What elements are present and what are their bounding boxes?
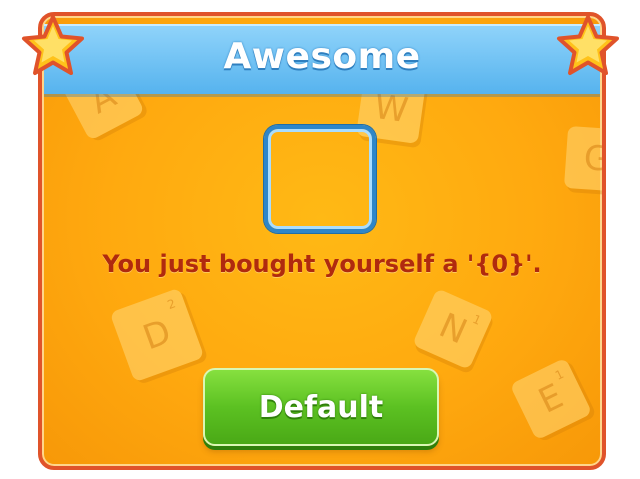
tile-letter: N <box>433 305 473 353</box>
stage: A W D 2 N 1 E 1 G Awesome You just bough… <box>0 0 640 479</box>
tile-points: 1 <box>470 312 484 328</box>
tile-letter: G <box>582 138 606 180</box>
default-button-label: Default <box>258 389 384 425</box>
background-tile: E 1 <box>509 357 593 441</box>
tile-letter: D <box>137 311 177 359</box>
star-icon <box>557 15 619 75</box>
tile-points: 1 <box>552 366 566 383</box>
background-tile: G <box>563 125 606 193</box>
background-tile: D 2 <box>109 287 205 383</box>
dialog-title: Awesome <box>223 36 421 77</box>
purchase-message: You just bought yourself a '{0}'. <box>102 250 542 278</box>
default-button[interactable]: Default <box>203 368 439 446</box>
purchased-item-frame <box>264 125 376 233</box>
star-icon <box>22 15 84 75</box>
tile-letter: E <box>532 376 570 422</box>
background-tile: N 1 <box>412 288 494 370</box>
dialog-header: Awesome <box>44 24 600 94</box>
tile-points: 2 <box>165 296 178 313</box>
